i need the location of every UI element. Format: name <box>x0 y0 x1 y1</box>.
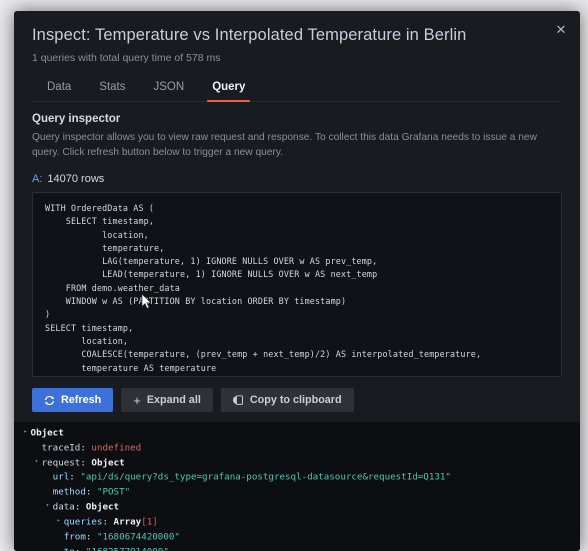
json-response-tree[interactable]: ▸ Object traceId: undefined ▾ request: Obj… <box>14 422 580 551</box>
page-title: Inspect: Temperature vs Interpolated Tem… <box>32 26 467 44</box>
sql-query-text: WITH OrderedData AS ( SELECT timestamp, … <box>45 203 482 376</box>
modal-body: Query inspector Query inspector allows y… <box>14 102 580 412</box>
tab-query[interactable]: Query <box>199 76 258 102</box>
inspect-tabs: Data Stats JSON Query <box>32 76 562 102</box>
copy-to-clipboard-button-label: Copy to clipboard <box>249 394 342 406</box>
plus-icon: + <box>133 392 141 408</box>
chevron-right-icon[interactable]: ▸ <box>57 514 64 528</box>
sql-query-block[interactable]: WITH OrderedData AS ( SELECT timestamp, … <box>32 192 562 377</box>
json-tree-row[interactable]: url: "api/ds/query?ds_type=grafana-postg… <box>18 470 580 485</box>
chevron-down-icon[interactable]: ▾ <box>35 455 42 469</box>
tab-data[interactable]: Data <box>34 76 84 101</box>
json-tree-row[interactable]: ▸ queries: Array[1] <box>18 515 580 530</box>
close-icon[interactable]: ✕ <box>550 19 572 41</box>
expand-all-button[interactable]: + Expand all <box>121 388 213 412</box>
json-tree-row[interactable]: ▸ Object <box>18 426 580 441</box>
inspect-modal: Inspect: Temperature vs Interpolated Tem… <box>14 11 580 551</box>
refresh-button[interactable]: Refresh <box>32 388 114 412</box>
copy-to-clipboard-button[interactable]: Copy to clipboard <box>220 388 354 412</box>
chevron-down-icon[interactable]: ▾ <box>46 499 53 513</box>
chevron-right-icon[interactable]: ▸ <box>24 425 31 439</box>
refresh-button-label: Refresh <box>61 394 102 406</box>
json-tree-row[interactable]: to: "1682577914000" <box>18 545 580 551</box>
action-buttons: Refresh + Expand all Copy to clipboard <box>32 388 562 412</box>
refresh-icon <box>44 395 55 405</box>
json-tree-row[interactable]: traceId: undefined <box>18 441 580 456</box>
section-title: Query inspector <box>32 113 121 125</box>
section-description: Query inspector allows you to view raw r… <box>32 132 537 158</box>
json-tree-row[interactable]: ▾ request: Object <box>18 456 580 471</box>
tab-stats[interactable]: Stats <box>86 76 138 101</box>
expand-all-button-label: Expand all <box>146 394 201 406</box>
json-tree-row[interactable]: from: "1680674420000" <box>18 530 580 545</box>
rows-count: 14070 rows <box>47 173 105 185</box>
clipboard-icon <box>232 395 243 405</box>
query-summary: 1 queries with total query time of 578 m… <box>32 52 221 64</box>
json-tree-row[interactable]: method: "POST" <box>18 485 580 500</box>
modal-header: Inspect: Temperature vs Interpolated Tem… <box>14 11 580 102</box>
rows-summary: A: 14070 rows <box>32 173 562 185</box>
json-tree-row[interactable]: ▾ data: Object <box>18 500 580 515</box>
query-ref-id: A: <box>32 173 43 185</box>
tab-json[interactable]: JSON <box>141 76 198 101</box>
